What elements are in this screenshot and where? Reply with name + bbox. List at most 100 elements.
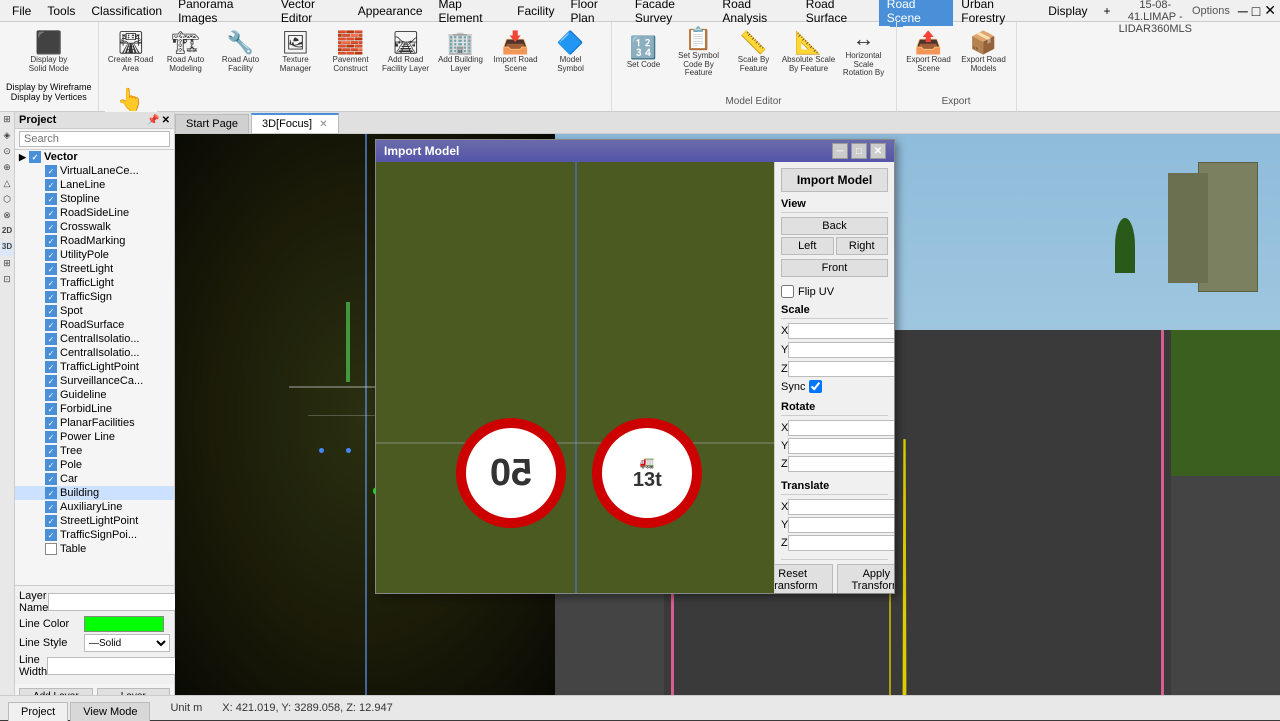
model-symbol-btn[interactable]: 🔷 ModelSymbol bbox=[545, 26, 597, 80]
item-checkbox[interactable]: ✓ bbox=[45, 333, 57, 345]
item-checkbox[interactable]: ✓ bbox=[45, 487, 57, 499]
tree-item-traffic-light[interactable]: ✓TrafficLight bbox=[15, 276, 174, 290]
menu-file[interactable]: File bbox=[4, 2, 39, 20]
close-btn[interactable]: ✕ bbox=[1264, 2, 1276, 19]
import-road-scene-btn[interactable]: 📥 Import RoadScene bbox=[490, 26, 542, 80]
road-auto-modeling-btn[interactable]: 🏗 Road AutoModeling bbox=[160, 26, 212, 80]
translate-x-input[interactable]: 0.0000 bbox=[788, 499, 894, 515]
dialog-maximize-btn[interactable]: □ bbox=[851, 143, 867, 159]
tree-item-power-line[interactable]: ✓Power Line bbox=[15, 430, 174, 444]
display-vertices-btn[interactable]: Display by Vertices bbox=[11, 92, 87, 102]
tree-item-central-isolation2[interactable]: ✓CentralIsolatio... bbox=[15, 346, 174, 360]
export-road-scene-btn[interactable]: 📤 Export RoadScene bbox=[903, 26, 955, 80]
maximize-btn[interactable]: □ bbox=[1252, 3, 1260, 19]
tree-item-spot[interactable]: ✓Spot bbox=[15, 304, 174, 318]
tree-item-road-surface[interactable]: ✓RoadSurface bbox=[15, 318, 174, 332]
item-checkbox[interactable]: ✓ bbox=[45, 501, 57, 513]
tab-3d-close-icon[interactable]: ✕ bbox=[319, 119, 327, 130]
item-checkbox[interactable]: ✓ bbox=[45, 291, 57, 303]
menu-more[interactable]: + bbox=[1096, 2, 1119, 20]
tree-item-auxiliary-line[interactable]: ✓AuxiliaryLine bbox=[15, 500, 174, 514]
item-checkbox[interactable]: ✓ bbox=[45, 165, 57, 177]
item-checkbox[interactable]: ✓ bbox=[45, 221, 57, 233]
translate-z-input[interactable]: 0.0000 bbox=[788, 535, 894, 551]
tree-item-street-light-point[interactable]: ✓StreetLightPoint bbox=[15, 514, 174, 528]
display-solid-btn[interactable]: ⬛ Display bySolid Mode bbox=[23, 26, 75, 80]
add-road-facility-btn[interactable]: 🛤 Add RoadFacility Layer bbox=[380, 26, 432, 80]
dialog-minimize-btn[interactable]: ─ bbox=[832, 143, 848, 159]
apply-transform-btn[interactable]: Apply Transform bbox=[837, 564, 895, 593]
panel-close-btn[interactable]: ✕ bbox=[162, 115, 170, 126]
item-checkbox[interactable]: ✓ bbox=[45, 277, 57, 289]
tree-item-traffic-sign-poi[interactable]: ✓TrafficSignPoi... bbox=[15, 528, 174, 542]
vector-checkbox[interactable]: ✓ bbox=[29, 151, 41, 163]
tree-item-surveillance-ca[interactable]: ✓SurveillanceCa... bbox=[15, 374, 174, 388]
tree-item-pole[interactable]: ✓Pole bbox=[15, 458, 174, 472]
item-checkbox[interactable]: ✓ bbox=[45, 375, 57, 387]
sync-checkbox[interactable] bbox=[809, 380, 822, 393]
item-checkbox[interactable]: ✓ bbox=[45, 403, 57, 415]
view-right-btn[interactable]: Right bbox=[836, 237, 889, 255]
minimize-btn[interactable]: ─ bbox=[1238, 3, 1248, 19]
tree-item-virtual-lane-center[interactable]: ✓VirtualLaneCe... bbox=[15, 164, 174, 178]
scale-y-input[interactable]: 1.000 bbox=[788, 342, 894, 358]
menu-facility[interactable]: Facility bbox=[509, 2, 562, 20]
sidebar-icon-4[interactable]: ⊕ bbox=[0, 162, 14, 176]
item-checkbox[interactable] bbox=[45, 543, 57, 555]
item-checkbox[interactable]: ✓ bbox=[45, 249, 57, 261]
menu-tools[interactable]: Tools bbox=[39, 2, 83, 20]
item-checkbox[interactable]: ✓ bbox=[45, 179, 57, 191]
view-left-btn[interactable]: Left bbox=[781, 237, 834, 255]
view-back-btn[interactable]: Back bbox=[781, 217, 888, 235]
tree-item-building[interactable]: ✓Building bbox=[15, 486, 174, 500]
sidebar-icon-2d[interactable]: 2D bbox=[0, 226, 14, 240]
rotate-z-input[interactable]: 0.0000 bbox=[788, 456, 894, 472]
item-checkbox[interactable]: ✓ bbox=[45, 361, 57, 373]
road-auto-facility-btn[interactable]: 🔧 Road AutoFacility bbox=[215, 26, 267, 80]
tree-item-street-light[interactable]: ✓StreetLight bbox=[15, 262, 174, 276]
sidebar-icon-6[interactable]: ⬡ bbox=[0, 194, 14, 208]
sidebar-icon-9[interactable]: ⊡ bbox=[0, 274, 14, 288]
item-checkbox[interactable]: ✓ bbox=[45, 389, 57, 401]
dialog-close-btn[interactable]: ✕ bbox=[870, 143, 886, 159]
absolute-scale-btn[interactable]: 📐 Absolute ScaleBy Feature bbox=[783, 26, 835, 80]
item-checkbox[interactable]: ✓ bbox=[45, 263, 57, 275]
sidebar-icon-2[interactable]: ◈ bbox=[0, 130, 14, 144]
sidebar-icon-7[interactable]: ⊗ bbox=[0, 210, 14, 224]
tree-item-lane-line[interactable]: ✓LaneLine bbox=[15, 178, 174, 192]
set-symbol-btn[interactable]: 📋 Set SymbolCode ByFeature bbox=[673, 26, 725, 80]
tab-start-page[interactable]: Start Page bbox=[175, 114, 249, 133]
menu-display[interactable]: Display bbox=[1040, 2, 1095, 20]
item-checkbox[interactable]: ✓ bbox=[45, 207, 57, 219]
item-checkbox[interactable]: ✓ bbox=[45, 347, 57, 359]
item-checkbox[interactable]: ✓ bbox=[45, 417, 57, 429]
item-checkbox[interactable]: ✓ bbox=[45, 515, 57, 527]
tree-item-traffic-light-point[interactable]: ✓TrafficLightPoint bbox=[15, 360, 174, 374]
tree-item-utility-pole[interactable]: ✓UtilityPole bbox=[15, 248, 174, 262]
rotate-y-input[interactable]: 0.0000 bbox=[788, 438, 894, 454]
scale-z-input[interactable]: 1.000 bbox=[788, 361, 894, 377]
line-style-select[interactable]: —Solid -- Dashed .. Dotted bbox=[84, 634, 170, 652]
tree-item-planar-facilities[interactable]: ✓PlanarFacilities bbox=[15, 416, 174, 430]
flip-uv-checkbox[interactable] bbox=[781, 285, 794, 298]
item-checkbox[interactable]: ✓ bbox=[45, 235, 57, 247]
tree-item-road-marking[interactable]: ✓RoadMarking bbox=[15, 234, 174, 248]
create-road-area-btn[interactable]: 🛣 Create RoadArea bbox=[105, 26, 157, 80]
options-btn[interactable]: Options bbox=[1192, 5, 1230, 17]
project-tab[interactable]: Project bbox=[8, 702, 68, 721]
reset-transform-btn[interactable]: Reset Transform bbox=[774, 564, 833, 593]
tree-item-crosswalk[interactable]: ✓Crosswalk bbox=[15, 220, 174, 234]
sidebar-icon-3d[interactable]: 3D bbox=[0, 242, 14, 256]
item-checkbox[interactable]: ✓ bbox=[45, 473, 57, 485]
tree-item-central-isolation1[interactable]: ✓CentralIsolatio... bbox=[15, 332, 174, 346]
tree-item-stopline[interactable]: ✓Stopline bbox=[15, 192, 174, 206]
tree-item-traffic-sign[interactable]: ✓TrafficSign bbox=[15, 290, 174, 304]
scale-x-input[interactable]: 1.000 bbox=[788, 323, 894, 339]
item-checkbox[interactable]: ✓ bbox=[45, 459, 57, 471]
panel-pin-btn[interactable]: 📌 bbox=[147, 115, 159, 126]
line-color-swatch[interactable] bbox=[84, 616, 164, 632]
item-checkbox[interactable]: ✓ bbox=[45, 193, 57, 205]
tree-item-guideline[interactable]: ✓Guideline bbox=[15, 388, 174, 402]
tab-3d-focus[interactable]: 3D[Focus] ✕ bbox=[251, 113, 339, 133]
view-front-btn[interactable]: Front bbox=[781, 259, 888, 277]
